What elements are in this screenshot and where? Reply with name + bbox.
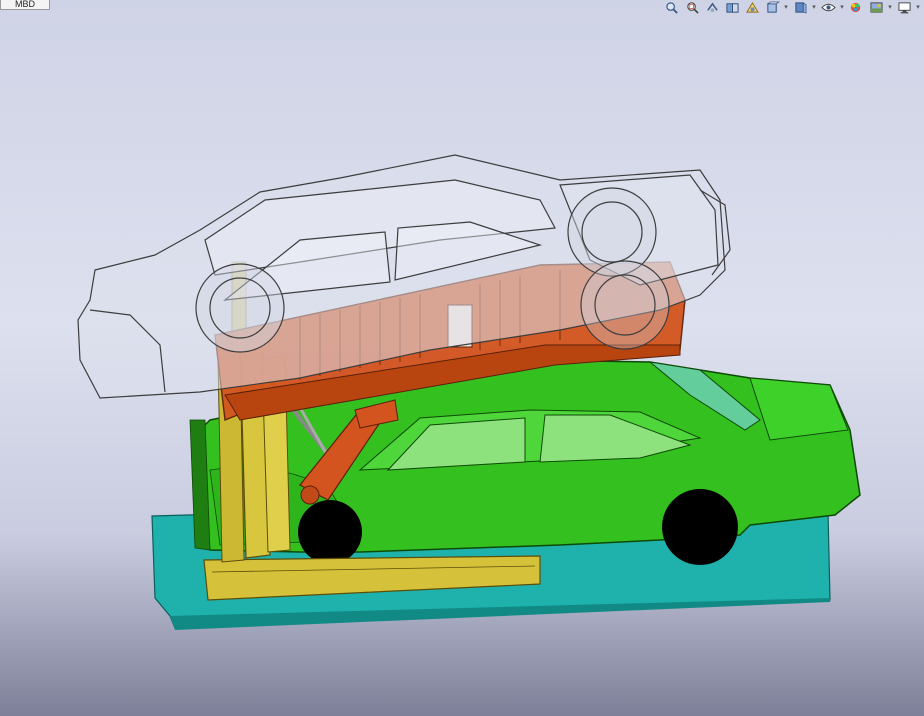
graphics-area[interactable]: [0, 0, 924, 716]
